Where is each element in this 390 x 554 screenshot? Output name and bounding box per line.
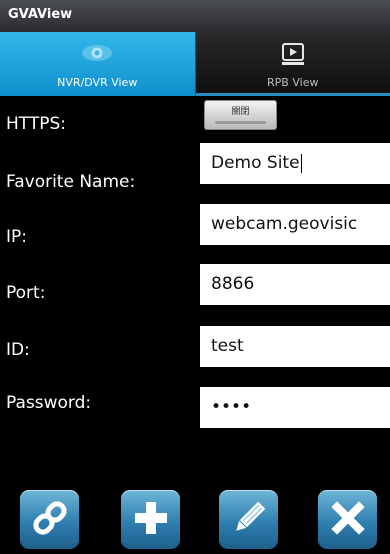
link-button[interactable] [20, 490, 79, 549]
tab-label: RPB View [267, 76, 319, 89]
link-icon [30, 498, 70, 542]
password-value: •••• [211, 397, 252, 417]
id-label: ID: [6, 340, 30, 360]
tab-nvr-dvr-view[interactable]: NVR/DVR View [0, 32, 196, 96]
toggle-text: 關閉 [231, 107, 250, 117]
delete-button[interactable] [318, 490, 377, 549]
port-label: Port: [6, 283, 46, 303]
eye-icon [0, 42, 195, 64]
tab-bar: NVR/DVR View RPB View [0, 32, 390, 96]
tab-rpb-view[interactable]: RPB View [195, 32, 390, 96]
https-label: HTTPS: [6, 114, 67, 134]
favorite-name-value: Demo Site [211, 153, 300, 173]
password-label: Password: [6, 393, 92, 413]
id-value: test [211, 336, 244, 356]
favorite-name-field[interactable]: Demo Site [200, 143, 390, 184]
edit-button[interactable] [219, 490, 278, 549]
id-field[interactable]: test [200, 326, 390, 367]
pencil-icon [229, 498, 269, 542]
https-toggle[interactable]: 關閉 [204, 100, 277, 130]
ip-label: IP: [6, 227, 27, 247]
title-bar: GVAView [0, 0, 390, 33]
tab-label: NVR/DVR View [57, 76, 138, 89]
app-title: GVAView [8, 7, 73, 22]
close-icon [328, 498, 368, 542]
ip-value: webcam.geovisic [211, 214, 358, 234]
port-value: 8866 [211, 274, 255, 294]
toggle-indicator [215, 121, 266, 124]
port-field[interactable]: 8866 [200, 264, 390, 305]
password-field[interactable]: •••• [200, 387, 390, 428]
favorite-name-label: Favorite Name: [6, 172, 136, 192]
add-button[interactable] [121, 490, 180, 549]
text-cursor [300, 153, 302, 173]
plus-icon [131, 498, 171, 542]
playback-icon [196, 42, 390, 65]
ip-field[interactable]: webcam.geovisic [200, 204, 390, 245]
